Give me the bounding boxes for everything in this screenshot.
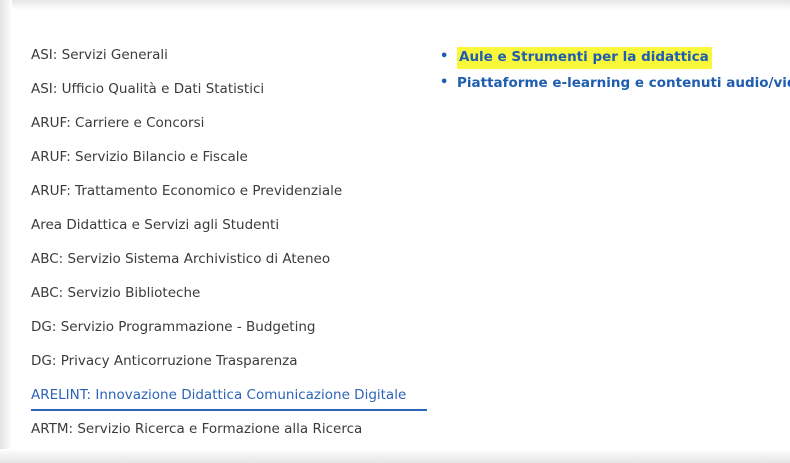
frame-shadow-bottom [0,449,790,463]
tab-dg-programmazione-budgeting[interactable]: DG: Servizio Programmazione - Budgeting [31,310,431,344]
office-tab-list: ASI: Servizi Generali ASI: Ufficio Quali… [31,38,431,446]
service-link-list: • Aule e Strumenti per la didattica • Pi… [440,44,790,96]
tab-area-didattica-servizi-studenti[interactable]: Area Didattica e Servizi agli Studenti [31,208,431,242]
tab-asi-ufficio-qualita[interactable]: ASI: Ufficio Qualità e Dati Statistici [31,72,431,106]
link-piattaforme-elearning[interactable]: Piattaforme e-learning e contenuti audio… [457,75,790,91]
tab-abc-biblioteche[interactable]: ABC: Servizio Biblioteche [31,276,431,310]
frame-shadow-left [0,0,12,463]
tab-aruf-carriere-concorsi[interactable]: ARUF: Carriere e Concorsi [31,106,431,140]
tab-aruf-bilancio-fiscale[interactable]: ARUF: Servizio Bilancio e Fiscale [31,140,431,174]
active-tab-indicator [31,409,427,411]
bullet-icon: • [440,75,449,90]
list-item: • Piattaforme e-learning e contenuti aud… [440,70,790,96]
frame-shadow-top [0,0,790,10]
tab-dg-privacy-anticorruzione[interactable]: DG: Privacy Anticorruzione Trasparenza [31,344,431,378]
link-aule-strumenti-didattica[interactable]: Aule e Strumenti per la didattica [457,47,712,69]
screenshot-frame: ASI: Servizi Generali ASI: Ufficio Quali… [0,0,790,463]
list-item: • Aule e Strumenti per la didattica [440,44,790,70]
tab-asi-servizi-generali[interactable]: ASI: Servizi Generali [31,38,431,72]
tab-aruf-trattamento-economico[interactable]: ARUF: Trattamento Economico e Previdenzi… [31,174,431,208]
bullet-icon: • [440,49,449,64]
tab-arelint-innovazione-didattica[interactable]: ARELINT: Innovazione Didattica Comunicaz… [31,378,431,412]
tab-artm-ricerca-formazione[interactable]: ARTM: Servizio Ricerca e Formazione alla… [31,412,431,446]
tab-abc-sistema-archivistico[interactable]: ABC: Servizio Sistema Archivistico di At… [31,242,431,276]
